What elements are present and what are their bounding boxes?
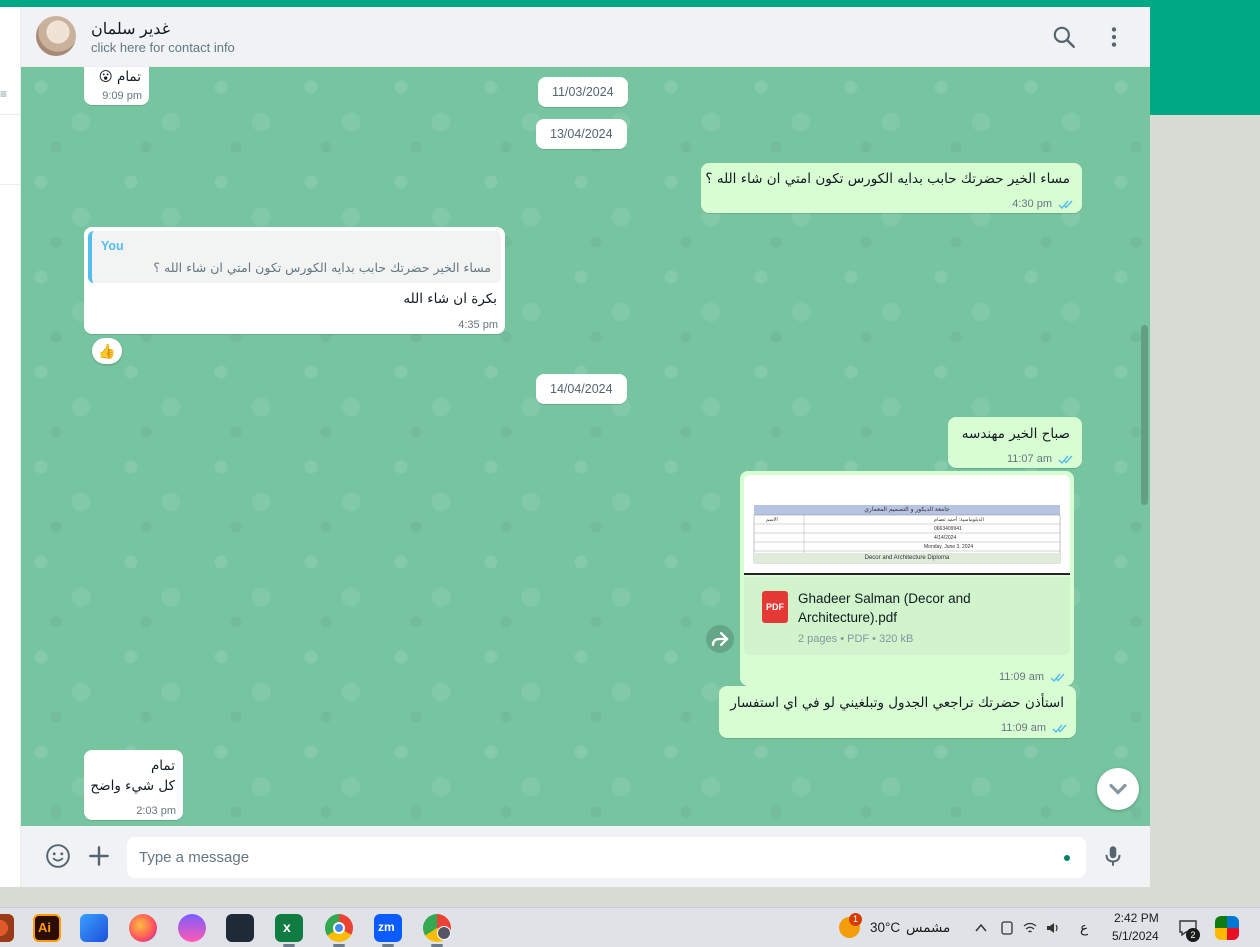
preview-row: Monday, June 3, 2024 [924, 544, 974, 550]
paint-drop-icon[interactable] [178, 914, 206, 942]
message-incoming[interactable]: تمام 😮 9:09 pm [84, 67, 149, 105]
message-text: تمام [150, 758, 175, 774]
message-text: تمام 😮 [98, 69, 141, 85]
read-receipt-icon [1058, 455, 1073, 465]
status-dot [1064, 855, 1070, 861]
emoji-icon[interactable] [45, 843, 71, 869]
message-outgoing[interactable]: استأذن حضرتك تراجعي الجدول وتبلغيني لو ف… [719, 686, 1076, 738]
chat-list-panel-edge: ≡ [0, 7, 21, 887]
read-receipt-icon [1058, 200, 1073, 210]
input-language[interactable]: ع [1080, 920, 1088, 936]
chrome-icon[interactable] [325, 914, 353, 947]
preview-subtitle: Decor and Architecture Diploma [864, 555, 950, 561]
app-top-stripe [0, 0, 1260, 7]
preview-row: 0663409941 [934, 526, 962, 532]
reaction-badge[interactable]: 👍 [92, 338, 122, 364]
document-name[interactable]: Ghadeer Salman (Decor and Architecture).… [798, 589, 1058, 627]
quoted-author: You [101, 239, 124, 253]
chrome-profile-icon[interactable] [423, 914, 451, 947]
panel-divider [0, 184, 21, 185]
message-time: 4:30 pm [1012, 198, 1052, 210]
message-time: 2:03 pm [136, 805, 176, 817]
notification-count: 2 [1186, 928, 1200, 942]
window-background [1150, 115, 1260, 907]
message-input[interactable] [139, 837, 1039, 878]
preview-row: الدبلوماسية: أحمد عصام [934, 517, 984, 523]
message-input-box[interactable] [127, 837, 1086, 878]
message-document[interactable]: جامعة الديكور و التصميم المعماري الدبلوم… [740, 471, 1074, 686]
menu-icon[interactable] [1101, 24, 1127, 50]
weather-temperature: 30°C [870, 920, 901, 935]
forward-icon [711, 632, 729, 646]
attach-plus-icon[interactable] [86, 843, 112, 869]
illustrator-icon[interactable]: Ai [33, 914, 61, 942]
clock-date[interactable]: 5/1/2024 [1112, 929, 1159, 943]
preview-title: جامعة الديكور و التصميم المعماري [864, 506, 950, 513]
message-time: 4:35 pm [458, 319, 498, 331]
document-info[interactable]: PDF Ghadeer Salman (Decor and Architectu… [744, 577, 1070, 655]
quoted-text: مساء الخير حضرتك حابب بدايه الكورس تكون … [153, 260, 491, 275]
photos-icon[interactable] [80, 914, 108, 942]
contact-name[interactable]: غدير سلمان [91, 19, 170, 39]
preview-row: الاسم [766, 517, 778, 523]
message-time: 11:09 am [1000, 722, 1046, 734]
message-incoming[interactable]: You مساء الخير حضرتك حابب بدايه الكورس ت… [84, 227, 505, 334]
chat-header[interactable]: غدير سلمان click here for contact info [21, 7, 1150, 67]
notification-badge: 1 [849, 913, 862, 926]
chevron-down-icon [1109, 783, 1127, 795]
document-preview[interactable]: جامعة الديكور و التصميم المعماري الدبلوم… [744, 475, 1070, 575]
message-text: بكرة ان شاء الله [403, 291, 497, 307]
preview-row: 4/14/2024 [934, 535, 957, 541]
window-background-accent [1150, 7, 1260, 115]
excel-icon[interactable]: x [275, 914, 303, 947]
pdf-file-icon: PDF [762, 591, 788, 623]
search-icon[interactable] [1051, 24, 1077, 50]
message-list[interactable]: تمام 😮 9:09 pm 11/03/2024 13/04/2024 مسا… [21, 67, 1150, 826]
message-text: مساء الخير حضرتك حابب بدايه الكورس تكون … [705, 171, 1070, 187]
message-incoming[interactable]: تمام كل شيء واضح 2:03 pm [84, 750, 183, 820]
volume-icon[interactable] [1045, 920, 1061, 936]
wifi-icon[interactable] [1022, 920, 1038, 936]
panel-divider [0, 114, 21, 115]
message-text: كل شيء واضح [90, 778, 175, 794]
date-separator: 14/04/2024 [536, 374, 627, 404]
firefox-icon[interactable] [129, 914, 157, 942]
chevron-up-icon[interactable] [974, 921, 988, 935]
read-receipt-icon [1052, 724, 1067, 734]
device-icon[interactable] [999, 920, 1015, 936]
forward-button[interactable] [706, 625, 734, 653]
contact-info-link[interactable]: click here for contact info [91, 40, 235, 55]
message-outgoing[interactable]: مساء الخير حضرتك حابب بدايه الكورس تكون … [701, 163, 1082, 213]
clock-time[interactable]: 2:42 PM [1114, 911, 1159, 925]
message-time: 11:07 am [1006, 453, 1052, 465]
copilot-icon[interactable] [1215, 916, 1239, 940]
message-time: 9:09 pm [102, 90, 142, 102]
composer [21, 826, 1150, 887]
filter-icon[interactable]: ≡ [0, 87, 7, 101]
taskbar-app-icon[interactable] [0, 914, 14, 942]
date-separator: 13/04/2024 [536, 119, 627, 149]
microphone-icon[interactable] [1100, 843, 1126, 869]
message-text: استأذن حضرتك تراجعي الجدول وتبلغيني لو ف… [730, 695, 1064, 711]
zoom-icon[interactable]: zm [374, 914, 402, 947]
scroll-to-bottom-button[interactable] [1097, 768, 1139, 810]
chat-window: غدير سلمان click here for contact info ت… [21, 7, 1150, 887]
message-outgoing[interactable]: صباح الخير مهندسه 11:07 am [948, 417, 1082, 468]
quoted-message[interactable]: You مساء الخير حضرتك حابب بدايه الكورس ت… [88, 231, 501, 283]
weather-condition: مشمس [906, 920, 951, 936]
capcut-icon[interactable] [226, 914, 254, 942]
scrollbar[interactable] [1141, 325, 1148, 505]
message-time: 11:09 am [998, 671, 1044, 683]
document-meta: 2 pages • PDF • 320 kB [798, 633, 914, 645]
message-text: صباح الخير مهندسه [961, 426, 1070, 442]
date-separator: 11/03/2024 [538, 77, 628, 107]
taskbar: Ai x zm 1 30°C مشمس ع 2:42 PM 5/1/2024 2 [0, 907, 1260, 947]
read-receipt-icon [1050, 673, 1065, 683]
avatar[interactable] [36, 16, 76, 56]
